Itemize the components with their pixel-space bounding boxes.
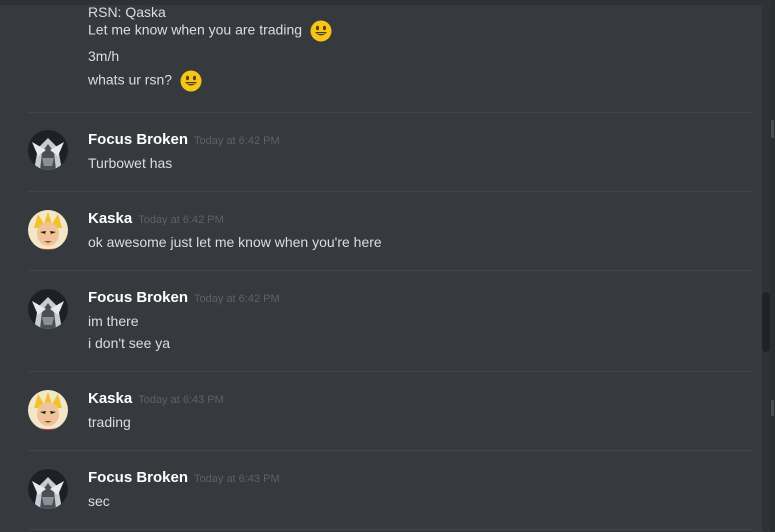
message-divider — [28, 112, 752, 113]
timestamp: Today at 6:43 PM — [138, 394, 224, 406]
timestamp: Today at 6:42 PM — [138, 214, 224, 226]
avatar[interactable] — [28, 289, 68, 329]
edge-mark — [771, 120, 774, 138]
message-line: ok awesome just let me know when you're … — [88, 234, 382, 250]
message-line-text: whats ur rsn? — [88, 71, 173, 88]
avatar[interactable] — [28, 469, 68, 509]
scrollbar-track[interactable] — [762, 5, 770, 532]
author-name[interactable]: Kaska — [88, 390, 132, 407]
message-divider — [28, 450, 752, 451]
message-divider — [28, 529, 752, 530]
message-divider — [28, 191, 752, 192]
message-list: RSN: Qaska Let me know when you are trad… — [0, 0, 760, 532]
message-line: 3m/h — [88, 48, 120, 64]
message-line-text: Let me know when you are trading — [88, 21, 303, 38]
message-divider — [28, 371, 752, 372]
smiley-emoji-icon — [180, 70, 202, 92]
timestamp: Today at 6:43 PM — [194, 473, 280, 485]
smiley-emoji-icon — [310, 20, 332, 42]
author-name[interactable]: Focus Broken — [88, 289, 188, 306]
message-line: whats ur rsn? — [88, 70, 202, 92]
timestamp: Today at 6:42 PM — [194, 293, 280, 305]
message-divider — [28, 270, 752, 271]
message-header: Focus Broken Today at 6:42 PM — [88, 289, 280, 308]
timestamp: Today at 6:42 PM — [194, 135, 280, 147]
message-line: Let me know when you are trading — [88, 20, 332, 42]
author-name[interactable]: Kaska — [88, 210, 132, 227]
message-line: sec — [88, 493, 110, 509]
message-header: Focus Broken Today at 6:43 PM — [88, 469, 280, 488]
message-line: i don't see ya — [88, 335, 171, 351]
edge-mark — [771, 400, 774, 416]
author-name[interactable]: Focus Broken — [88, 469, 188, 486]
message-header: Kaska Today at 6:43 PM — [88, 390, 224, 409]
message-header: Focus Broken Today at 6:42 PM — [88, 131, 280, 150]
message-line: im there — [88, 313, 139, 329]
message-line: Turbowet has — [88, 155, 173, 171]
message-line: trading — [88, 414, 131, 430]
message-header: Kaska Today at 6:42 PM — [88, 210, 224, 229]
scrollbar-thumb[interactable] — [762, 292, 770, 352]
avatar[interactable] — [28, 210, 68, 250]
message-line: RSN: Qaska — [88, 4, 166, 20]
author-name[interactable]: Focus Broken — [88, 131, 188, 148]
avatar[interactable] — [28, 130, 68, 170]
avatar[interactable] — [28, 390, 68, 430]
right-edge-strip — [770, 0, 775, 532]
